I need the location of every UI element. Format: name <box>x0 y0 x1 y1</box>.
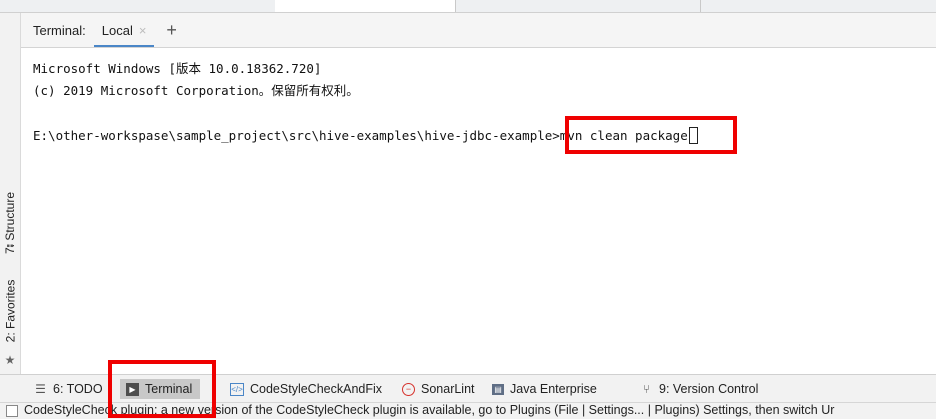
editor-tab[interactable] <box>275 0 456 12</box>
terminal-line: Microsoft Windows [版本 10.0.18362.720] <box>33 61 322 76</box>
editor-tab[interactable] <box>455 0 701 12</box>
java-enterprise-tool-button[interactable]: ▤ Java Enterprise <box>492 379 597 399</box>
codestyle-tool-button[interactable]: </> CodeStyleCheckAndFix <box>230 379 382 399</box>
version-control-icon: ⑂ <box>642 381 651 396</box>
sonarlint-tool-label: SonarLint <box>421 382 475 396</box>
version-control-tool-label: 9: Version Control <box>659 382 759 396</box>
terminal-header: Terminal: Local × + <box>21 13 936 48</box>
terminal-title: Terminal: <box>33 23 86 38</box>
structure-icon: ▪▪ <box>6 240 14 252</box>
list-icon: ☰ <box>35 381 46 396</box>
event-log-checkbox[interactable] <box>6 405 18 417</box>
tab-local[interactable]: Local × <box>93 23 155 47</box>
favorites-tool-tab[interactable]: 2: Favorites <box>0 275 20 347</box>
java-enterprise-tool-label: Java Enterprise <box>510 382 597 396</box>
add-tab-button[interactable]: + <box>158 21 185 47</box>
left-tool-strip: 7: Structure ▪▪ 2: Favorites ★ <box>0 13 21 374</box>
terminal-output[interactable]: Microsoft Windows [版本 10.0.18362.720] (c… <box>21 48 936 374</box>
editor-tab-strip <box>0 0 936 13</box>
sonarlint-tool-button[interactable]: − SonarLint <box>402 379 475 399</box>
terminal-line: (c) 2019 Microsoft Corporation。保留所有权利。 <box>33 83 359 98</box>
editor-tab[interactable] <box>0 0 276 12</box>
favorites-tool-label: 2: Favorites <box>3 279 18 343</box>
star-icon: ★ <box>4 353 16 367</box>
codestyle-icon: </> <box>230 382 244 396</box>
todo-tool-label: 6: TODO <box>53 382 103 396</box>
codestyle-tool-label: CodeStyleCheckAndFix <box>250 382 383 396</box>
terminal-highlight-box <box>108 360 216 418</box>
version-control-tool-button[interactable]: ⑂ 9: Version Control <box>640 379 758 399</box>
java-enterprise-icon: ▤ <box>492 383 504 395</box>
todo-tool-button[interactable]: ☰ 6: TODO <box>34 379 103 399</box>
command-highlight-box <box>565 116 737 154</box>
sonarlint-icon: − <box>402 382 415 396</box>
close-icon[interactable]: × <box>139 23 147 38</box>
tab-local-label: Local <box>101 23 133 38</box>
prompt-path: E:\other-workspase\sample_project\src\hi… <box>33 128 560 143</box>
